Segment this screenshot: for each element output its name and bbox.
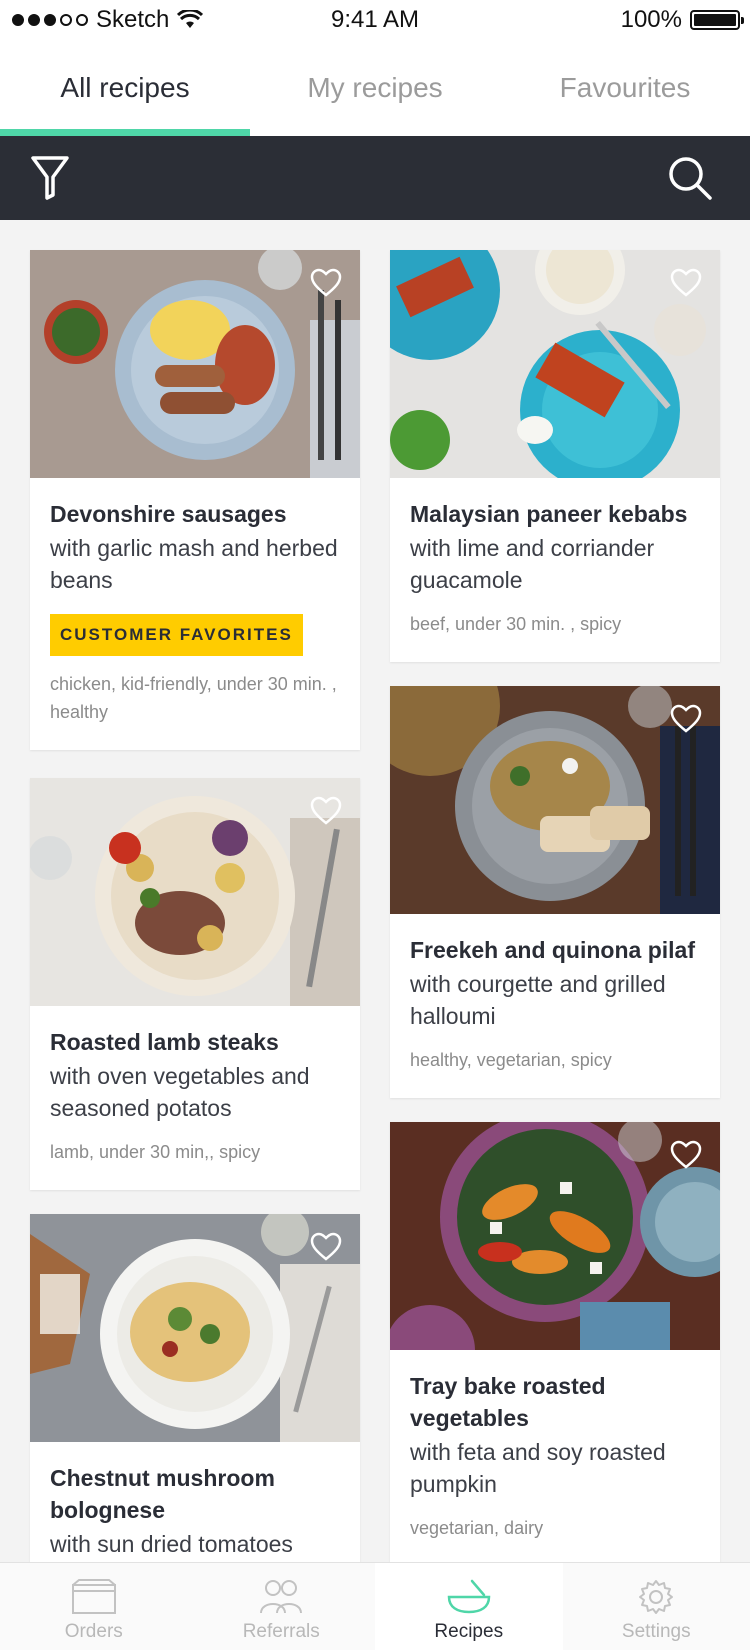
box-icon <box>71 1579 116 1614</box>
tab-all-recipes[interactable]: All recipes <box>0 40 250 136</box>
heart-icon[interactable] <box>670 268 702 298</box>
recipe-title: Malaysian paneer kebabs <box>410 501 688 527</box>
nav-referrals[interactable]: Referrals <box>188 1563 376 1650</box>
recipe-tags: chicken, kid-friendly, under 30 min. , h… <box>50 674 337 722</box>
nav-settings[interactable]: Settings <box>563 1563 750 1650</box>
recipe-tags: lamb, under 30 min,, spicy <box>50 1142 261 1162</box>
toolbar <box>0 136 750 220</box>
recipe-photo <box>390 250 720 478</box>
battery-icon <box>690 10 744 30</box>
recipe-subtitle: with garlic mash and herbed beans <box>50 535 338 593</box>
heart-icon[interactable] <box>310 268 342 298</box>
recipe-photo <box>390 1122 720 1350</box>
recipe-photo <box>30 250 360 478</box>
recipe-subtitle: with lime and corriander guacamole <box>410 535 655 593</box>
nav-label: Orders <box>64 1621 123 1642</box>
nav-label: Recipes <box>434 1621 504 1642</box>
battery-label: 100% <box>620 6 682 33</box>
nav-recipes[interactable]: Recipes <box>375 1563 563 1650</box>
nav-label: Referrals <box>242 1621 320 1642</box>
recipe-photo <box>30 778 360 1006</box>
recipe-card[interactable]: Malaysian paneer kebabs with lime and co… <box>390 250 720 662</box>
search-button[interactable] <box>666 154 714 202</box>
recipe-photo <box>30 1214 360 1442</box>
tab-my-recipes[interactable]: My recipes <box>250 40 500 136</box>
heart-icon[interactable] <box>670 704 702 734</box>
recipe-subtitle: with oven vegetables and seasoned potato… <box>50 1063 310 1121</box>
recipe-title: Tray bake roasted vegetables <box>410 1373 606 1431</box>
filter-button[interactable] <box>26 154 74 202</box>
recipe-card[interactable]: Tray bake roasted vegetables with feta a… <box>390 1122 720 1562</box>
recipe-tags: vegetarian, dairy <box>410 1518 544 1538</box>
recipe-card[interactable]: Chestnut mushroom bolognese with sun dri… <box>30 1214 360 1562</box>
tab-favourites[interactable]: Favourites <box>500 40 750 136</box>
heart-icon[interactable] <box>310 1232 342 1262</box>
people-icon <box>260 1580 303 1614</box>
gear-icon <box>639 1580 674 1614</box>
recipe-photo <box>390 686 720 914</box>
filter-icon <box>31 156 69 200</box>
recipe-subtitle: with courgette and grilled halloumi <box>410 971 666 1029</box>
recipe-title: Freekeh and quinona pilaf <box>410 937 695 963</box>
recipe-card[interactable]: Roasted lamb steaks with oven vegetables… <box>30 778 360 1190</box>
recipe-tags: beef, under 30 min. , spicy <box>410 614 622 634</box>
customer-favorites-badge: CUSTOMER FAVORITES <box>50 614 303 656</box>
recipe-tabs: All recipes My recipes Favourites <box>0 40 750 136</box>
recipe-subtitle: with sun dried tomatoes <box>50 1531 293 1557</box>
recipe-title: Devonshire sausages <box>50 501 287 527</box>
nav-label: Settings <box>621 1621 691 1642</box>
bottom-nav: Orders Referrals Recipes Settings <box>0 1562 750 1650</box>
recipe-title: Roasted lamb steaks <box>50 1029 279 1055</box>
recipe-card[interactable]: Freekeh and quinona pilaf with courgette… <box>390 686 720 1098</box>
heart-icon[interactable] <box>310 796 342 826</box>
recipe-title: Chestnut mushroom bolognese <box>50 1465 275 1523</box>
search-icon <box>669 157 712 200</box>
recipe-tags: healthy, vegetarian, spicy <box>410 1050 612 1070</box>
status-right: 100% <box>620 6 744 34</box>
recipe-subtitle: with feta and soy roasted pumpkin <box>410 1439 666 1497</box>
recipe-card[interactable]: Devonshire sausages with garlic mash and… <box>30 250 360 750</box>
status-bar: Sketch 9:41 AM 100% <box>0 0 750 40</box>
heart-icon[interactable] <box>670 1140 702 1170</box>
bowl-icon <box>447 1579 491 1614</box>
nav-orders[interactable]: Orders <box>0 1563 188 1650</box>
recipe-grid: Devonshire sausages with garlic mash and… <box>0 220 750 1562</box>
